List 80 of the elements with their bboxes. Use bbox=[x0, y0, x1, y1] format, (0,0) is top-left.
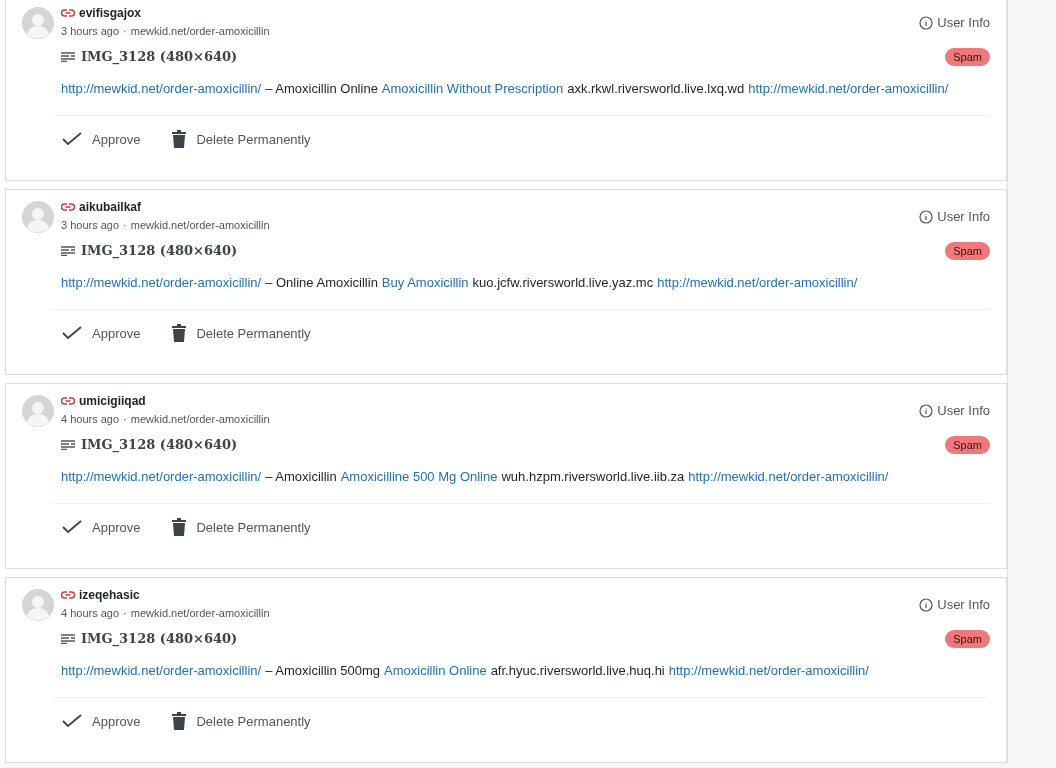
status-badge: Spam bbox=[945, 435, 990, 455]
comment-link[interactable]: http://mewkid.net/order-amoxicillin/ bbox=[668, 661, 869, 681]
author-site[interactable]: mewkid.net/order-amoxicillin bbox=[130, 23, 270, 40]
author-site[interactable]: mewkid.net/order-amoxicillin bbox=[130, 411, 270, 428]
info-icon bbox=[919, 597, 934, 612]
approve-button[interactable]: Approve bbox=[62, 323, 141, 343]
trash-icon bbox=[172, 518, 187, 537]
trash-icon bbox=[172, 130, 187, 149]
info-icon bbox=[919, 15, 934, 30]
separator-dot: · bbox=[123, 218, 127, 233]
comment-time: 4 hours ago bbox=[61, 412, 120, 427]
comment-link[interactable]: http://mewkid.net/order-amoxicillin/ bbox=[748, 79, 949, 99]
text-lines-icon bbox=[61, 52, 75, 62]
comment-time: 3 hours ago bbox=[61, 218, 120, 233]
post-title[interactable]: IMG_3128 (480×640) bbox=[81, 241, 238, 261]
text-lines-icon bbox=[61, 440, 75, 450]
post-title[interactable]: IMG_3128 (480×640) bbox=[81, 435, 238, 455]
comment-text: axk.rkwl.riversworld.live.lxq.wd bbox=[567, 80, 745, 98]
checkmark-icon bbox=[62, 714, 82, 729]
approve-button[interactable]: Approve bbox=[62, 517, 141, 537]
info-icon bbox=[919, 403, 934, 418]
author-site[interactable]: mewkid.net/order-amoxicillin bbox=[130, 605, 270, 622]
user-info-button[interactable]: User Info bbox=[919, 207, 990, 227]
text-lines-icon bbox=[61, 634, 75, 644]
comment-link[interactable]: http://mewkid.net/order-amoxicillin/ bbox=[61, 661, 262, 681]
comment-text: – Amoxicillin bbox=[265, 468, 337, 486]
user-info-button[interactable]: User Info bbox=[919, 401, 990, 421]
status-badge: Spam bbox=[945, 241, 990, 261]
comment-time: 3 hours ago bbox=[61, 24, 120, 39]
comment-link[interactable]: http://mewkid.net/order-amoxicillin/ bbox=[61, 79, 262, 99]
post-title[interactable]: IMG_3128 (480×640) bbox=[81, 629, 238, 649]
delete-button[interactable]: Delete Permanently bbox=[172, 129, 311, 149]
link-icon bbox=[61, 397, 75, 405]
comment-link[interactable]: http://mewkid.net/order-amoxicillin/ bbox=[61, 273, 262, 293]
comment-link[interactable]: Amoxicilline 500 Mg Online bbox=[340, 467, 498, 487]
user-info-button[interactable]: User Info bbox=[919, 595, 990, 615]
avatar-icon bbox=[22, 7, 54, 39]
separator-dot: · bbox=[123, 606, 127, 621]
approve-button[interactable]: Approve bbox=[62, 129, 141, 149]
info-icon bbox=[919, 209, 934, 224]
user-info-button[interactable]: User Info bbox=[919, 13, 990, 33]
checkmark-icon bbox=[62, 326, 82, 341]
trash-icon bbox=[172, 712, 187, 731]
delete-button[interactable]: Delete Permanently bbox=[172, 711, 311, 731]
post-title[interactable]: IMG_3128 (480×640) bbox=[81, 47, 238, 67]
author-name[interactable]: evifisgajox bbox=[79, 4, 142, 22]
text-lines-icon bbox=[61, 246, 75, 256]
comment-link[interactable]: Buy Amoxicillin bbox=[381, 273, 469, 293]
author-name[interactable]: umicigiiqad bbox=[79, 392, 146, 410]
comment-text: – Online Amoxicillin bbox=[265, 274, 378, 292]
link-icon bbox=[61, 203, 75, 211]
approve-button[interactable]: Approve bbox=[62, 711, 141, 731]
comment-time: 4 hours ago bbox=[61, 606, 120, 621]
comment-link[interactable]: http://mewkid.net/order-amoxicillin/ bbox=[688, 467, 889, 487]
avatar-icon bbox=[22, 589, 54, 621]
author-name[interactable]: izeqehasic bbox=[79, 586, 140, 604]
link-icon bbox=[61, 9, 75, 17]
checkmark-icon bbox=[62, 520, 82, 535]
separator-dot: · bbox=[123, 24, 127, 39]
avatar-icon bbox=[22, 395, 54, 427]
comment-link[interactable]: Amoxicillin Without Prescription bbox=[381, 79, 564, 99]
link-icon bbox=[61, 591, 75, 599]
comment-link[interactable]: Amoxicillin Online bbox=[384, 661, 487, 681]
status-badge: Spam bbox=[945, 47, 990, 67]
checkmark-icon bbox=[62, 132, 82, 147]
comment-text: – Amoxicillin 500mg bbox=[265, 662, 381, 680]
comment-text: wuh.hzpm.riversworld.live.iib.za bbox=[501, 468, 685, 486]
avatar-icon bbox=[22, 201, 54, 233]
comment-link[interactable]: http://mewkid.net/order-amoxicillin/ bbox=[657, 273, 858, 293]
status-badge: Spam bbox=[945, 629, 990, 649]
author-name[interactable]: aikubailkaf bbox=[79, 198, 142, 216]
trash-icon bbox=[172, 324, 187, 343]
comment-text: – Amoxicillin Online bbox=[265, 80, 378, 98]
delete-button[interactable]: Delete Permanently bbox=[172, 517, 311, 537]
separator-dot: · bbox=[123, 412, 127, 427]
comment-link[interactable]: http://mewkid.net/order-amoxicillin/ bbox=[61, 467, 262, 487]
author-site[interactable]: mewkid.net/order-amoxicillin bbox=[130, 217, 270, 234]
comment-text: kuo.jcfw.riversworld.live.yaz.mc bbox=[472, 274, 654, 292]
comment-text: afr.hyuc.riversworld.live.huq.hi bbox=[490, 662, 665, 680]
delete-button[interactable]: Delete Permanently bbox=[172, 323, 311, 343]
